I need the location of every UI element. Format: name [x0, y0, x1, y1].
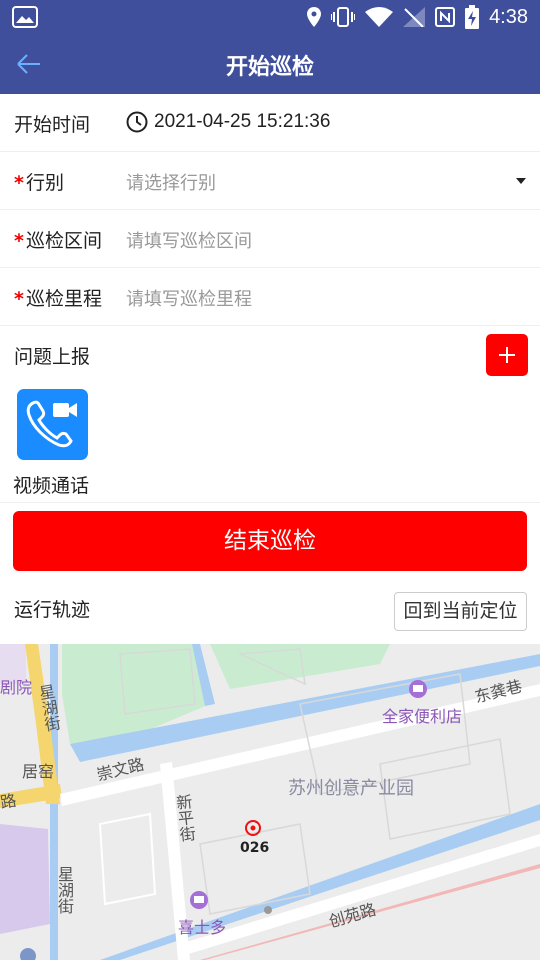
- video-phone-icon: [26, 400, 77, 448]
- video-call-button[interactable]: [17, 389, 88, 460]
- map-label-theater: 剧院: [0, 678, 33, 697]
- gallery-notification-icon: [12, 6, 38, 28]
- map-label-creative-park: 苏州创意产业园: [288, 778, 414, 799]
- map-label-family-mart: 全家便利店: [382, 707, 463, 726]
- line-type-label-text: 行别: [25, 172, 64, 194]
- mileage-label-text: 巡检里程: [25, 288, 102, 310]
- map-view[interactable]: 剧院 星湖街 居窑 路 崇文路 新平街 星湖街 全家便利店 东龚巷 苏州创意产业…: [0, 644, 540, 960]
- title-bar: 开始巡检: [0, 34, 540, 94]
- map-marker-number: 026: [240, 840, 270, 856]
- line-type-row[interactable]: * 行别 请选择行别: [0, 152, 540, 210]
- required-mark: *: [14, 288, 24, 310]
- trajectory-label: 运行轨迹: [14, 599, 91, 621]
- start-time-label: 开始时间: [14, 114, 91, 136]
- caret-down-icon[interactable]: [516, 178, 526, 184]
- line-type-select[interactable]: 请选择行别: [126, 169, 216, 195]
- end-inspection-button[interactable]: 结束巡检: [13, 511, 527, 571]
- video-call-label: 视频通话: [13, 475, 90, 497]
- wifi-icon: [365, 7, 394, 27]
- section-input[interactable]: 请填写巡检区间: [126, 227, 252, 253]
- issue-report-label: 问题上报: [14, 346, 91, 368]
- required-mark: *: [14, 230, 24, 252]
- mileage-row[interactable]: * 巡检里程 请填写巡检里程: [0, 268, 540, 326]
- required-mark: *: [14, 172, 24, 194]
- locate-current-button[interactable]: 回到当前定位: [394, 592, 527, 631]
- vibrate-icon: [331, 7, 356, 27]
- page-title: 开始巡检: [225, 55, 314, 80]
- status-time: 4:38: [489, 5, 528, 28]
- clock-icon: [126, 111, 148, 133]
- battery-charging-icon: [465, 5, 480, 29]
- map-canvas: [0, 644, 540, 960]
- issue-report-row: 问题上报: [0, 326, 540, 384]
- map-label-juyao: 居窑: [22, 762, 55, 781]
- section-label: * 巡检区间: [14, 226, 102, 253]
- section-label-text: 巡检区间: [25, 230, 102, 252]
- add-issue-button[interactable]: [486, 334, 528, 376]
- mileage-input[interactable]: 请填写巡检里程: [126, 285, 252, 311]
- start-time-row: 开始时间 2021-04-25 15:21:36: [0, 94, 540, 152]
- trajectory-row: 运行轨迹 回到当前定位: [0, 579, 540, 644]
- line-type-label: * 行别: [14, 168, 64, 195]
- location-icon: [307, 7, 322, 27]
- map-label-xinping-st: 新平街: [172, 793, 197, 843]
- nfc-icon: [435, 7, 456, 27]
- mileage-label: * 巡检里程: [14, 284, 102, 311]
- start-time-value: 2021-04-25 15:21:36: [154, 111, 331, 132]
- video-call-section: 视频通话: [0, 383, 540, 503]
- status-bar: 4:38: [0, 0, 540, 34]
- map-label-xinghu-st-2: 星湖街: [55, 866, 74, 914]
- signal-off-icon: [403, 7, 426, 27]
- section-row[interactable]: * 巡检区间 请填写巡检区间: [0, 210, 540, 268]
- map-label-xishiduo: 喜士多: [178, 918, 227, 937]
